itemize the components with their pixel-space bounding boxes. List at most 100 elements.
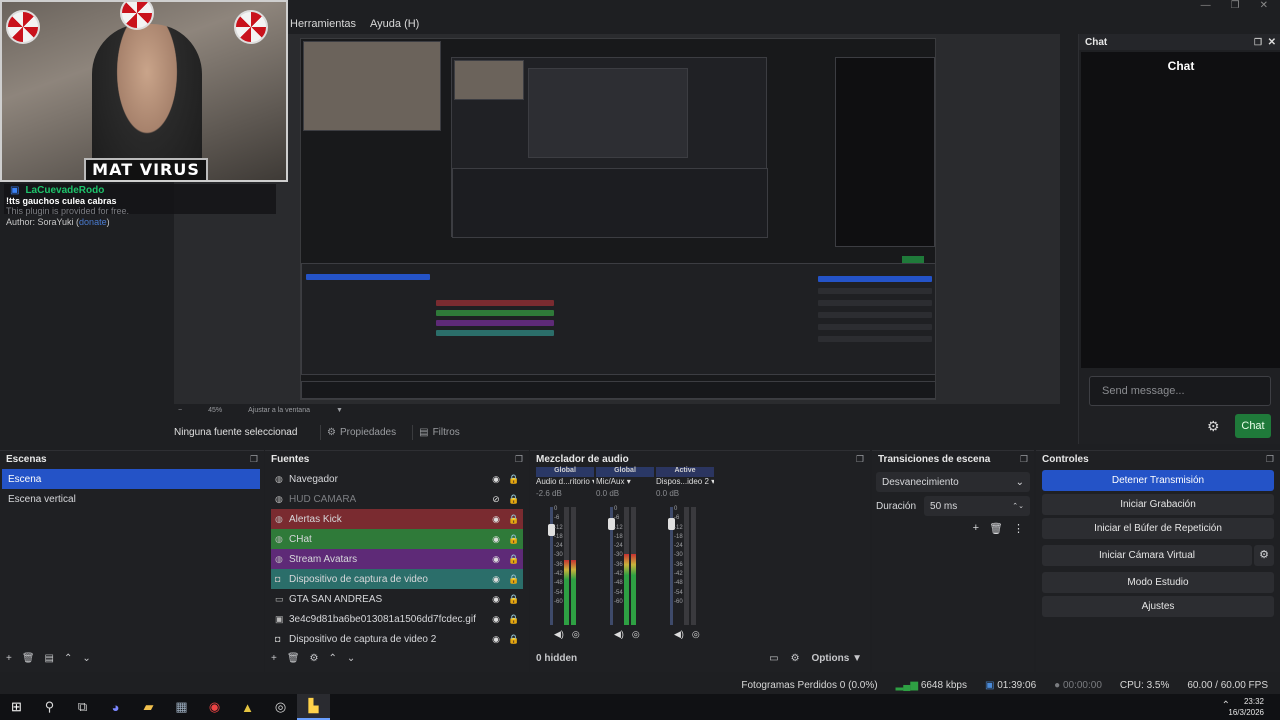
speaker-icon[interactable]: ◀) bbox=[554, 629, 564, 640]
close-icon[interactable]: ✕ bbox=[1268, 37, 1276, 48]
monitor-headphones-icon[interactable]: ◎ bbox=[632, 629, 640, 640]
chat-settings-icon[interactable]: ⚙ bbox=[1207, 418, 1220, 435]
menu-ayuda[interactable]: Ayuda (H) bbox=[370, 18, 419, 30]
options-button[interactable]: Options ▼ bbox=[812, 653, 862, 664]
source-item[interactable]: ◍ CHat ◉ 🔒 bbox=[271, 529, 523, 549]
zoom-mode[interactable]: Ajustar a la ventana bbox=[248, 407, 310, 414]
move-up-icon[interactable]: ⌃ bbox=[329, 653, 337, 664]
float-icon[interactable]: ❐ bbox=[515, 454, 523, 465]
trash-icon[interactable]: 🗑 bbox=[989, 522, 1003, 535]
lock-icon[interactable]: 🔒 bbox=[505, 594, 523, 605]
source-item[interactable]: ◘ Dispositivo de captura de video 2 ◉ 🔒 bbox=[271, 629, 523, 649]
move-down-icon[interactable]: ⌄ bbox=[347, 653, 355, 664]
add-icon[interactable]: + bbox=[6, 653, 12, 664]
zoom-dropdown-icon[interactable]: ▼ bbox=[336, 407, 343, 414]
maximize-icon[interactable]: ❐ bbox=[1231, 0, 1240, 14]
virtual-camera-settings-icon[interactable]: ⚙ bbox=[1254, 545, 1274, 566]
chevron-down-icon[interactable]: ▾ bbox=[711, 477, 714, 486]
start-recording-button[interactable]: Iniciar Grabación bbox=[1042, 494, 1274, 515]
add-icon[interactable]: + bbox=[973, 522, 979, 535]
source-item[interactable]: ◍ HUD CAMARA ⊘ 🔒 bbox=[271, 489, 523, 509]
search-icon[interactable]: ⚲ bbox=[33, 694, 66, 720]
layout-icon[interactable]: ▭ bbox=[769, 653, 778, 664]
obs-icon[interactable]: ▙ bbox=[297, 694, 330, 720]
gear-icon[interactable]: ⚙ bbox=[310, 653, 319, 664]
eye-icon[interactable]: ◉ bbox=[487, 634, 505, 645]
eye-icon[interactable]: ◉ bbox=[487, 534, 505, 545]
speaker-icon[interactable]: ◀) bbox=[674, 629, 684, 640]
calculator-icon[interactable]: ▦ bbox=[165, 694, 198, 720]
filters-button[interactable]: ▤ Filtros bbox=[412, 424, 466, 440]
lock-icon[interactable]: 🔒 bbox=[505, 474, 523, 485]
chat-send-button[interactable]: Chat bbox=[1235, 414, 1271, 438]
scene-item[interactable]: Escena vertical bbox=[2, 489, 260, 509]
send-message-input[interactable]: Send message... bbox=[1089, 376, 1271, 406]
move-down-icon[interactable]: ⌄ bbox=[82, 653, 90, 664]
trash-icon[interactable]: 🗑 bbox=[22, 653, 35, 664]
monitor-headphones-icon[interactable]: ◎ bbox=[572, 629, 580, 640]
source-item[interactable]: ◘ Dispositivo de captura de video ◉ 🔒 bbox=[271, 569, 523, 589]
discord-icon[interactable]: ◕ bbox=[99, 694, 132, 720]
transition-select[interactable]: Desvanecimiento ⌄ bbox=[876, 472, 1030, 492]
lock-icon[interactable]: 🔒 bbox=[505, 614, 523, 625]
mixer-settings-icon[interactable]: ⚙ bbox=[791, 653, 800, 664]
donate-link[interactable]: donate bbox=[79, 217, 107, 227]
zoom-out-icon[interactable]: − bbox=[178, 407, 182, 414]
start-virtual-camera-button[interactable]: Iniciar Cámara Virtual bbox=[1042, 545, 1252, 566]
volume-fader[interactable] bbox=[668, 507, 675, 625]
stepper-icon[interactable]: ⌃⌄ bbox=[1012, 502, 1024, 510]
file-explorer-icon[interactable]: ▰ bbox=[132, 694, 165, 720]
volume-fader[interactable] bbox=[608, 507, 615, 625]
lock-icon[interactable]: 🔒 bbox=[505, 554, 523, 565]
lock-icon[interactable]: 🔒 bbox=[505, 494, 523, 505]
move-up-icon[interactable]: ⌃ bbox=[64, 653, 72, 664]
eye-off-icon[interactable]: ⊘ bbox=[487, 494, 505, 505]
scene-item[interactable]: Escena bbox=[2, 469, 260, 489]
start-replay-buffer-button[interactable]: Iniciar el Búfer de Repetición bbox=[1042, 518, 1274, 539]
float-icon[interactable]: ❐ bbox=[250, 454, 258, 465]
menu-herramientas[interactable]: Herramientas bbox=[290, 18, 356, 30]
lock-icon[interactable]: 🔒 bbox=[505, 534, 523, 545]
lock-icon[interactable]: 🔒 bbox=[505, 634, 523, 645]
source-item[interactable]: ◍ Alertas Kick ◉ 🔒 bbox=[271, 509, 523, 529]
eye-icon[interactable]: ◉ bbox=[487, 574, 505, 585]
chevron-down-icon[interactable]: ▾ bbox=[627, 477, 631, 486]
filter-icon[interactable]: ▤ bbox=[45, 653, 54, 664]
monitor-headphones-icon[interactable]: ◎ bbox=[692, 629, 700, 640]
float-icon[interactable]: ❐ bbox=[1266, 454, 1274, 465]
close-icon[interactable]: ✕ bbox=[1260, 0, 1268, 14]
source-item[interactable]: ▭ GTA SAN ANDREAS ◉ 🔒 bbox=[271, 589, 523, 609]
duration-input[interactable]: 50 ms ⌃⌄ bbox=[924, 496, 1030, 516]
eye-icon[interactable]: ◉ bbox=[487, 514, 505, 525]
trash-icon[interactable]: 🗑 bbox=[287, 653, 300, 664]
chevron-down-icon[interactable]: ▾ bbox=[592, 477, 594, 486]
add-icon[interactable]: + bbox=[271, 653, 277, 664]
stop-stream-button[interactable]: Detener Transmisión bbox=[1042, 470, 1274, 491]
speaker-icon[interactable]: ◀) bbox=[614, 629, 624, 640]
source-item[interactable]: ◍ Stream Avatars ◉ 🔒 bbox=[271, 549, 523, 569]
eye-icon[interactable]: ◉ bbox=[487, 614, 505, 625]
more-icon[interactable]: ⋮ bbox=[1013, 522, 1024, 535]
lock-icon[interactable]: 🔒 bbox=[505, 514, 523, 525]
eye-icon[interactable]: ◉ bbox=[487, 554, 505, 565]
properties-button[interactable]: ⚙ Propiedades bbox=[320, 424, 402, 440]
lock-icon[interactable]: 🔒 bbox=[505, 574, 523, 585]
float-icon[interactable]: ❐ bbox=[1020, 454, 1028, 465]
float-icon[interactable]: ❐ bbox=[856, 454, 864, 465]
windows-start-icon[interactable]: ⊞ bbox=[0, 694, 33, 720]
source-item[interactable]: ▣ 3e4c9d81ba6be013081a1506dd7fcdec.gif ◉ 🔒 bbox=[271, 609, 523, 629]
task-view-icon[interactable]: ⧉ bbox=[66, 694, 99, 720]
eye-icon[interactable]: ◉ bbox=[487, 594, 505, 605]
app-icon[interactable]: ▲ bbox=[231, 694, 264, 720]
chat-messages[interactable]: Chat bbox=[1081, 52, 1280, 368]
eye-icon[interactable]: ◉ bbox=[487, 474, 505, 485]
chrome-icon[interactable]: ◉ bbox=[198, 694, 231, 720]
obs-like-icon[interactable]: ◎ bbox=[264, 694, 297, 720]
settings-button[interactable]: Ajustes bbox=[1042, 596, 1274, 617]
volume-fader[interactable] bbox=[548, 507, 555, 625]
float-icon[interactable]: ❐ bbox=[1254, 37, 1262, 47]
source-item[interactable]: ◍ Navegador ◉ 🔒 bbox=[271, 469, 523, 489]
minimize-icon[interactable]: — bbox=[1201, 0, 1211, 14]
studio-mode-button[interactable]: Modo Estudio bbox=[1042, 572, 1274, 593]
clock[interactable]: 23:32 16/3/2026 bbox=[1228, 696, 1264, 718]
